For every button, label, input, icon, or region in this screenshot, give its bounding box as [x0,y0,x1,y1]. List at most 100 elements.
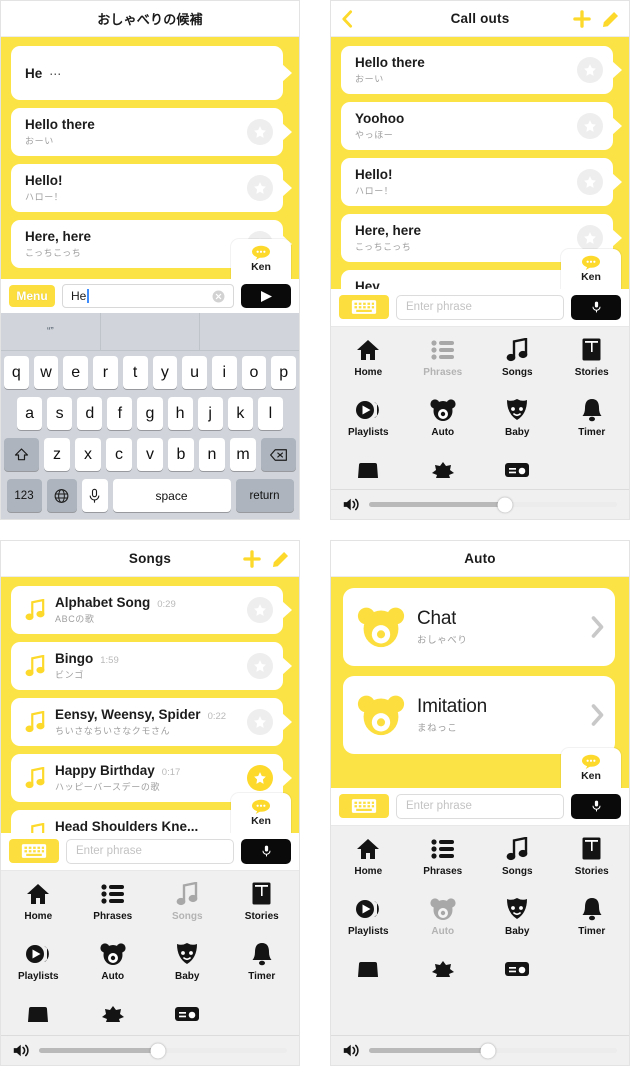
tab-auto[interactable]: Auto [406,393,481,453]
suggestion-cell[interactable] [200,313,299,350]
space-key[interactable]: space [112,479,231,512]
key-a[interactable]: a [17,397,43,430]
volume-slider-knob[interactable] [497,497,513,512]
suggestion-cell[interactable]: “” [1,313,101,350]
key-c[interactable]: c [106,438,132,471]
tab-timer[interactable]: Timer [225,937,300,997]
ken-assistant-button[interactable]: Ken [561,248,621,289]
tab-device[interactable] [331,952,406,1012]
list-item[interactable]: Eensy, Weensy, Spider 0:22 ちいさなちいさなクモさん [11,698,283,746]
tab-playlists[interactable]: Playlists [331,393,406,453]
list-item[interactable]: Yoohoo やっほー [341,102,613,150]
volume-slider-knob[interactable] [480,1043,496,1058]
key-b[interactable]: b [168,438,194,471]
volume-slider[interactable] [39,1043,287,1058]
key-x[interactable]: x [75,438,101,471]
key-k[interactable]: k [227,397,253,430]
ken-assistant-button[interactable]: Ken [231,239,291,279]
key-z[interactable]: z [44,438,70,471]
tab-radio[interactable] [480,952,555,1012]
key-m[interactable]: m [230,438,256,471]
key-s[interactable]: s [47,397,73,430]
favorite-star-icon[interactable] [247,175,273,201]
numeric-key[interactable]: 123 [6,479,42,512]
list-item[interactable]: Hello! ハロー！ [11,164,283,212]
tab-songs[interactable]: Songs [480,832,555,892]
key-j[interactable]: j [197,397,223,430]
suggestion-cell[interactable] [101,313,201,350]
tab-timer[interactable]: Timer [555,892,630,952]
key-p[interactable]: p [271,356,297,389]
tab-settings[interactable] [406,952,481,1012]
favorite-star-icon[interactable] [247,709,273,735]
voice-input-button[interactable] [241,838,291,864]
tab-radio[interactable] [480,453,555,489]
list-item[interactable]: Chat おしゃべり [343,588,615,666]
tab-device[interactable] [331,453,406,489]
dictation-key[interactable] [81,479,108,512]
tab-home[interactable]: Home [331,832,406,892]
key-f[interactable]: f [107,397,133,430]
tab-songs[interactable]: Songs [150,877,225,937]
list-item[interactable]: Hello there おーい [11,108,283,156]
clear-circle-icon[interactable] [212,290,225,303]
key-d[interactable]: d [77,397,103,430]
list-item[interactable]: Hello! ハロー！ [341,158,613,206]
speaker-icon[interactable] [343,497,360,512]
globe-key[interactable] [46,479,77,512]
back-button[interactable] [341,1,353,37]
key-t[interactable]: t [122,356,148,389]
favorite-star-icon[interactable] [247,597,273,623]
favorite-star-icon[interactable] [247,765,273,791]
list-item[interactable]: Hello there おーい [341,46,613,94]
key-y[interactable]: y [152,356,178,389]
tab-playlists[interactable]: Playlists [1,937,76,997]
tab-timer[interactable]: Timer [555,393,630,453]
phrase-input[interactable]: Enter phrase [396,793,564,819]
list-item[interactable]: Imitation まねっこ [343,676,615,754]
favorite-star-icon[interactable] [247,119,273,145]
speaker-icon[interactable] [13,1043,30,1058]
key-v[interactable]: v [137,438,163,471]
key-w[interactable]: w [33,356,59,389]
tab-radio[interactable] [150,997,225,1035]
return-key[interactable]: return [235,479,294,512]
tab-phrases[interactable]: Phrases [406,333,481,393]
tab-baby[interactable]: Baby [480,892,555,952]
list-item[interactable]: He ⋯ [11,46,283,100]
plus-icon[interactable] [572,9,592,29]
plus-icon[interactable] [242,549,262,569]
tab-baby[interactable]: Baby [480,393,555,453]
key-q[interactable]: q [3,356,29,389]
tab-home[interactable]: Home [331,333,406,393]
tab-songs[interactable]: Songs [480,333,555,393]
tab-phrases[interactable]: Phrases [406,832,481,892]
voice-input-button[interactable] [571,294,621,320]
key-e[interactable]: e [63,356,89,389]
key-i[interactable]: i [211,356,237,389]
tab-auto[interactable]: Auto [76,937,151,997]
tab-stories[interactable]: Stories [225,877,300,937]
phrase-input[interactable]: Enter phrase [66,838,234,864]
tab-stories[interactable]: Stories [555,832,630,892]
voice-input-button[interactable] [571,793,621,819]
keyboard-toggle-button[interactable] [9,839,59,864]
favorite-star-icon[interactable] [577,169,603,195]
key-o[interactable]: o [241,356,267,389]
backspace-key[interactable] [261,438,296,471]
tab-stories[interactable]: Stories [555,333,630,393]
key-h[interactable]: h [167,397,193,430]
play-button[interactable] [241,284,291,308]
favorite-star-icon[interactable] [577,225,603,251]
list-item[interactable]: Alphabet Song 0:29 ABCの歌 [11,586,283,634]
ken-assistant-button[interactable]: Ken [561,747,621,788]
shift-key[interactable] [4,438,39,471]
phrase-input[interactable]: Enter phrase [396,294,564,320]
key-g[interactable]: g [137,397,163,430]
pencil-icon[interactable] [271,550,290,569]
tab-device[interactable] [1,997,76,1035]
volume-slider-knob[interactable] [150,1043,166,1058]
phrase-text-input[interactable]: He [62,284,234,308]
key-u[interactable]: u [182,356,207,389]
volume-slider[interactable] [369,1043,617,1058]
